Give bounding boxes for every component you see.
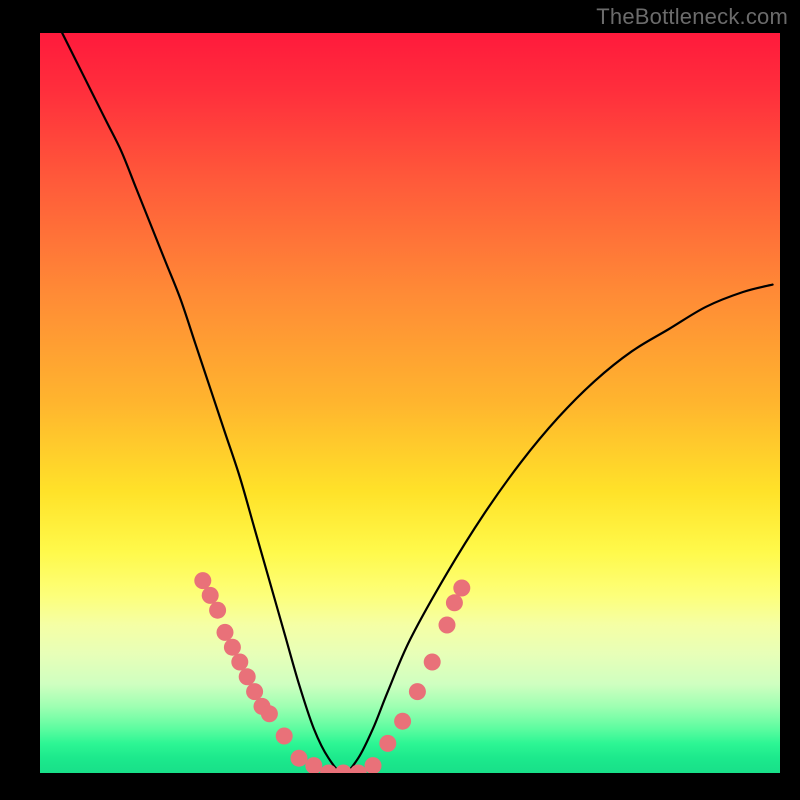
bottleneck-marker <box>439 617 456 634</box>
bottleneck-marker <box>424 654 441 671</box>
bottleneck-marker <box>209 602 226 619</box>
bottleneck-marker <box>224 639 241 656</box>
bottleneck-marker <box>394 713 411 730</box>
bottleneck-marker <box>379 735 396 752</box>
bottleneck-marker <box>305 757 322 773</box>
bottleneck-marker <box>335 765 352 774</box>
bottleneck-marker <box>409 683 426 700</box>
bottleneck-marker-group <box>194 572 470 773</box>
bottleneck-marker <box>239 668 256 685</box>
bottleneck-marker <box>365 757 382 773</box>
bottleneck-marker <box>246 683 263 700</box>
bottleneck-marker <box>291 750 308 767</box>
bottleneck-curve-path <box>62 33 772 773</box>
bottleneck-marker <box>453 580 470 597</box>
bottleneck-marker <box>231 654 248 671</box>
watermark-text: TheBottleneck.com <box>596 4 788 30</box>
bottleneck-marker <box>194 572 211 589</box>
bottleneck-marker <box>261 705 278 722</box>
chart-svg <box>40 33 780 773</box>
bottleneck-marker <box>446 594 463 611</box>
chart-frame: TheBottleneck.com <box>0 0 800 800</box>
bottleneck-marker <box>276 728 293 745</box>
bottleneck-marker <box>217 624 234 641</box>
bottleneck-marker <box>202 587 219 604</box>
